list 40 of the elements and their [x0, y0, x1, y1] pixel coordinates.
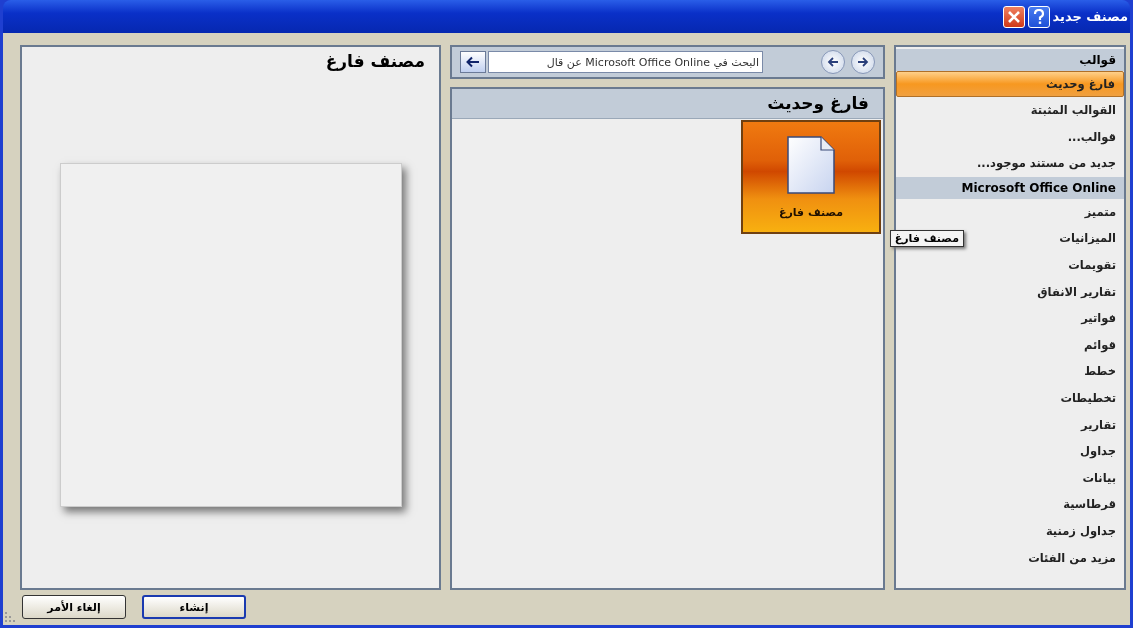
help-icon — [1031, 8, 1046, 25]
help-button[interactable] — [1027, 5, 1050, 28]
sidebar-item[interactable]: تخطيطات — [896, 384, 1124, 412]
sidebar-item[interactable]: تقارير — [896, 411, 1124, 439]
sidebar-item[interactable]: متميز — [896, 198, 1124, 226]
window-title: مصنف جديد — [1052, 9, 1128, 24]
left-arrow-icon — [466, 56, 480, 68]
sidebar-item[interactable]: جداول — [896, 438, 1124, 465]
sidebar-item[interactable]: تقارير الانفاق — [896, 278, 1124, 306]
sidebar-heading: Microsoft Office Online — [896, 176, 1124, 199]
sidebar-item[interactable]: قوائم — [896, 331, 1124, 359]
gallery-heading: فارغ وحديث — [452, 89, 883, 119]
sidebar-item[interactable]: القوالب المثبتة — [896, 97, 1124, 124]
sidebar-item[interactable]: جديد من مستند موجود... — [896, 150, 1124, 177]
preview-title: مصنف فارغ — [324, 50, 426, 73]
sidebar-item[interactable]: بيانات — [896, 464, 1124, 492]
sidebar-item[interactable]: فارغ وحديث — [896, 71, 1124, 97]
sidebar-item[interactable]: قرطاسية — [896, 491, 1124, 518]
search-go-button[interactable] — [460, 51, 486, 73]
close-icon — [1006, 9, 1021, 24]
sidebar-item[interactable]: جداول زمنية — [896, 517, 1124, 545]
back-button[interactable] — [821, 50, 845, 74]
search-field[interactable]: البحث في Microsoft Office Online عن قال — [488, 51, 763, 73]
tile-label: مصنف فارغ — [778, 205, 844, 219]
sidebar-item[interactable]: قوالب... — [896, 123, 1124, 151]
template-tile[interactable]: مصنف فارغ — [741, 120, 881, 234]
sidebar-item[interactable]: فواتير — [896, 305, 1124, 332]
right-arrow-icon — [857, 56, 869, 68]
dialog-button[interactable]: إلغاء الأمر — [22, 595, 126, 619]
sidebar-item[interactable]: تقويمات — [896, 251, 1124, 279]
forward-button[interactable] — [851, 50, 875, 74]
left-arrow-icon — [827, 56, 839, 68]
close-button[interactable] — [1002, 5, 1025, 28]
sidebar-item[interactable]: مزيد من الفئات — [896, 544, 1124, 572]
sidebar-item[interactable]: خطط — [896, 358, 1124, 385]
resize-grip-icon — [5, 612, 17, 624]
dialog-button[interactable]: إنشاء — [142, 595, 246, 619]
blank-document-icon — [787, 135, 835, 194]
tooltip: مصنف فارغ — [889, 230, 964, 247]
sidebar-heading: قوالب — [896, 49, 1124, 71]
